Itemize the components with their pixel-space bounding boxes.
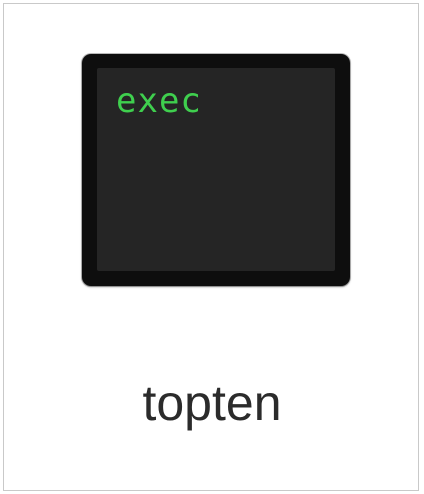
exec-label: exec: [116, 81, 202, 121]
terminal-bezel: exec: [82, 54, 350, 286]
file-name-label[interactable]: topten: [0, 374, 424, 432]
terminal-executable-icon[interactable]: exec: [82, 54, 350, 286]
